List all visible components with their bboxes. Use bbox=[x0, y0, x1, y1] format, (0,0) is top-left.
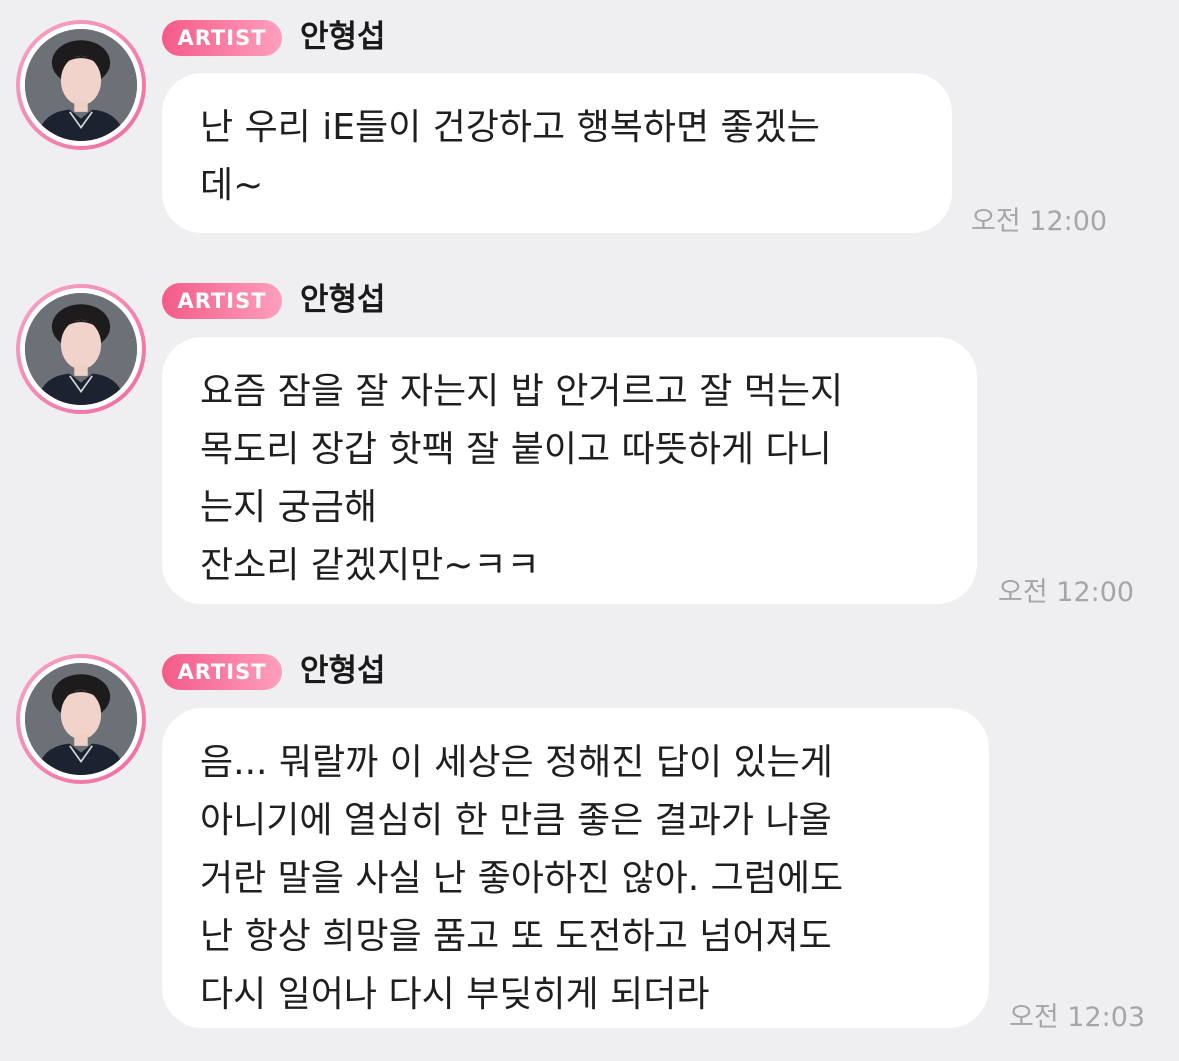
sender-name: 안형섭 bbox=[300, 282, 386, 318]
message-bubble[interactable]: 음... 뭐랄까 이 세상은 정해진 답이 있는게 아니기에 열심히 한 만큼 … bbox=[162, 708, 989, 1028]
sender-name: 안형섭 bbox=[300, 653, 386, 689]
avatar-photo bbox=[25, 293, 137, 405]
artist-badge: ARTIST bbox=[162, 20, 282, 56]
message-bubble[interactable]: 요즘 잠을 잘 자는지 밥 안거르고 잘 먹는지 목도리 장갑 핫팩 잘 붙이고… bbox=[162, 337, 977, 604]
avatar[interactable] bbox=[16, 284, 146, 414]
avatar-photo bbox=[25, 29, 137, 141]
sender-name: 안형섭 bbox=[300, 19, 386, 55]
avatar[interactable] bbox=[16, 20, 146, 150]
message-timestamp: 오전 12:03 bbox=[1009, 1002, 1146, 1033]
artist-badge: ARTIST bbox=[162, 283, 282, 319]
message-timestamp: 오전 12:00 bbox=[971, 206, 1108, 237]
artist-badge: ARTIST bbox=[162, 654, 282, 690]
message-timestamp: 오전 12:00 bbox=[998, 577, 1135, 608]
avatar-photo bbox=[25, 663, 137, 775]
avatar[interactable] bbox=[16, 654, 146, 784]
message-bubble[interactable]: 난 우리 iE들이 건강하고 행복하면 좋겠는 데~ bbox=[162, 73, 952, 233]
